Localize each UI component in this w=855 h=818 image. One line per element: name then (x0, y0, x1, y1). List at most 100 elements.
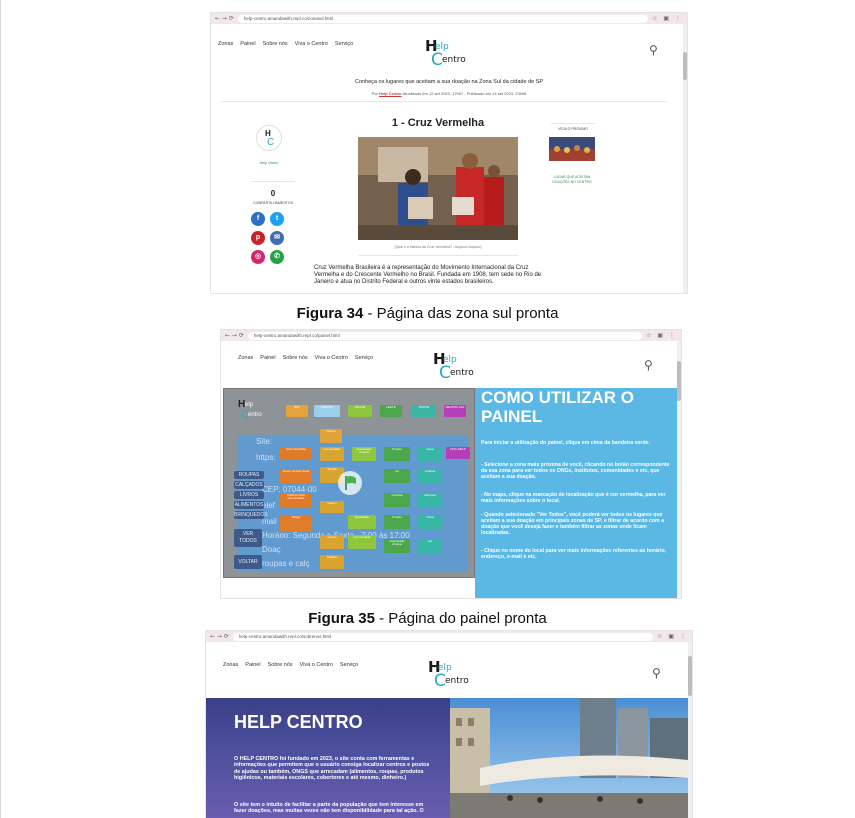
figure-35-text: - Página do painel pronta (374, 610, 547, 627)
nav-item-sobre[interactable]: Sobre nós (283, 355, 308, 361)
category-calcados[interactable]: CALÇADOS (234, 481, 264, 489)
zone-button-sul[interactable]: SUL (286, 405, 308, 417)
zone-button-centro[interactable]: CENTRO (314, 405, 340, 417)
zone-button-centro-sul[interactable]: CENTRO SUL (444, 405, 466, 417)
nav-item-painel[interactable]: Painel (260, 355, 275, 361)
browser-toolbar: ← → ⟳ help-centro.amandawith.repl.co/zon… (211, 13, 687, 24)
divider (221, 101, 667, 102)
nav-item-servico[interactable]: Serviço (340, 662, 358, 668)
place-tile[interactable]: Instituto (418, 469, 442, 483)
nav-item-sobre[interactable]: Sobre nós (268, 662, 293, 668)
address-bar[interactable]: help-centro.amandawith.repl.co/sobrenos.… (232, 632, 654, 641)
voltar-button[interactable]: VOLTAR (234, 555, 262, 569)
help-centro-logo[interactable]: Help Centro (433, 350, 477, 383)
help-centro-logo[interactable]: Help Centro (428, 658, 472, 691)
place-tile[interactable]: Instituto Criar Comunidade (280, 493, 312, 507)
address-bar[interactable]: help-centro.amandawith.repl.co/painel.ht… (247, 331, 643, 340)
nav-item-painel[interactable]: Painel (240, 41, 255, 47)
place-tile[interactable]: Grupo Gestão Sopa (280, 469, 312, 483)
browser-toolbar: ← → ⟳ help-centro.amandawith.repl.co/pai… (221, 330, 681, 341)
place-tile[interactable]: Projeto (384, 515, 410, 529)
nav-item-viva[interactable]: Viva o Centro (315, 355, 348, 361)
scrollbar[interactable] (688, 642, 692, 818)
side-thumbnail[interactable] (549, 137, 595, 161)
side-link[interactable]: LUGAR QUE ACEITAM DOAÇÕES NO CENTRO (549, 175, 595, 184)
category-brinquedos[interactable]: BRINQUEDOS (234, 511, 268, 519)
place-tile[interactable]: Instituto (320, 555, 344, 569)
figure-34-caption: Figura 34 - Página das zona sul pronta (0, 305, 855, 322)
nav-item-viva[interactable]: Viva o Centro (300, 662, 333, 668)
place-tile[interactable]: Comunidade (348, 535, 376, 549)
post-meta: Por Help Centro Atualizado em 12 set 202… (371, 91, 527, 96)
place-tile[interactable]: Lar (418, 539, 442, 553)
zone-button-norte[interactable]: NORTE (412, 405, 436, 417)
place-tile[interactable]: Cruz Vermelha (280, 447, 312, 459)
browser-nav-icons[interactable]: ← → ⟳ (225, 332, 244, 339)
nav-item-sobre[interactable]: Sobre nós (263, 41, 288, 47)
author-label[interactable]: Help Centro (247, 161, 291, 165)
category-livros[interactable]: LIVROS (234, 491, 264, 499)
photo-caption: (Qual é a história da Cruz Vermelha? - A… (394, 245, 482, 249)
nav-item-viva[interactable]: Viva o Centro (295, 41, 328, 47)
browser-nav-icons[interactable]: ← → ⟳ (215, 15, 234, 22)
nav-item-servico[interactable]: Serviço (335, 41, 353, 47)
nav-item-zonas[interactable]: Zonas (238, 355, 253, 361)
share-label: COMPARTILHAMENTOS (253, 201, 293, 205)
zone-button-leste[interactable]: LESTE (380, 405, 402, 417)
about-title: HELP CENTRO (234, 712, 363, 732)
scratch-panel[interactable]: H elp C entro SUL CENTRO OESTE LESTE NOR… (223, 388, 475, 578)
place-tile[interactable]: Cozinha (384, 493, 410, 507)
place-tile[interactable]: Albergue (418, 493, 442, 507)
extension-icons[interactable]: ☆ ▣ ⋮ (652, 15, 683, 22)
info-site-label: Site: (256, 437, 273, 446)
help-centro-logo[interactable]: Help Centro (425, 37, 469, 70)
search-icon[interactable]: ⚲ (644, 358, 653, 372)
email-icon[interactable]: ✉ (270, 231, 284, 245)
author-link[interactable]: Help Centro (379, 91, 402, 96)
extension-icons[interactable]: ☆ ▣ ⋮ (646, 332, 677, 339)
nav-item-servico[interactable]: Serviço (355, 355, 373, 361)
place-tile[interactable]: Projeto (384, 447, 410, 461)
category-alimentos[interactable]: ALIMENTOS (234, 501, 264, 509)
place-tile[interactable]: Associação Amigos (384, 539, 410, 553)
search-icon[interactable]: ⚲ (652, 666, 661, 680)
browser-nav-icons[interactable]: ← → ⟳ (210, 633, 229, 640)
city-illustration (450, 698, 688, 818)
address-bar[interactable]: help-centro.amandawith.repl.co/zonasul.h… (237, 14, 649, 23)
figure-35-number: Figura 35 (308, 610, 375, 627)
place-tile[interactable]: Associação Amigos (352, 447, 376, 461)
twitter-icon[interactable]: t (270, 212, 284, 226)
figure-34-number: Figura 34 (296, 305, 364, 322)
facebook-icon[interactable]: f (251, 212, 265, 226)
zone-button-oeste[interactable]: OESTE (348, 405, 372, 417)
nav-item-painel[interactable]: Painel (245, 662, 260, 668)
green-flag-icon (345, 476, 357, 490)
info-email: mail (262, 517, 277, 526)
place-tile[interactable]: Sociedade (348, 515, 376, 529)
nav-item-zonas[interactable]: Zonas (223, 662, 238, 668)
place-tile[interactable]: Centro (320, 535, 344, 549)
place-tile[interactable]: Comunidade (320, 447, 344, 461)
green-flag-button[interactable] (338, 471, 362, 495)
page-edge (0, 0, 1, 818)
nav-item-zonas[interactable]: Zonas (218, 41, 233, 47)
about-paragraph-2: O site tem o intuito de facilitar a part… (234, 802, 424, 815)
place-tile[interactable]: ONG ABCP (446, 447, 470, 459)
ver-todos-button[interactable]: VER TODOS (234, 529, 262, 547)
category-roupas[interactable]: ROUPAS (234, 471, 264, 479)
place-tile[interactable]: Lar (384, 469, 410, 483)
scrollbar[interactable] (683, 24, 687, 293)
place-tile[interactable]: Casa 1 (320, 501, 344, 513)
place-tile[interactable]: Casa (418, 515, 442, 529)
instagram-icon[interactable]: ◎ (251, 250, 265, 264)
search-icon[interactable]: ⚲ (649, 43, 658, 57)
scrollbar[interactable] (677, 341, 681, 598)
whatsapp-icon[interactable]: ✆ (270, 250, 284, 264)
author-avatar: HC (256, 125, 282, 151)
share-count: 0 (270, 189, 276, 198)
place-tile[interactable]: Abrigo (280, 515, 312, 531)
place-tile[interactable]: Centro (320, 429, 342, 443)
place-tile[interactable]: Casa (418, 447, 442, 461)
pinterest-icon[interactable]: p (251, 231, 265, 245)
extension-icons[interactable]: ☆ ▣ ⋮ (657, 633, 688, 640)
